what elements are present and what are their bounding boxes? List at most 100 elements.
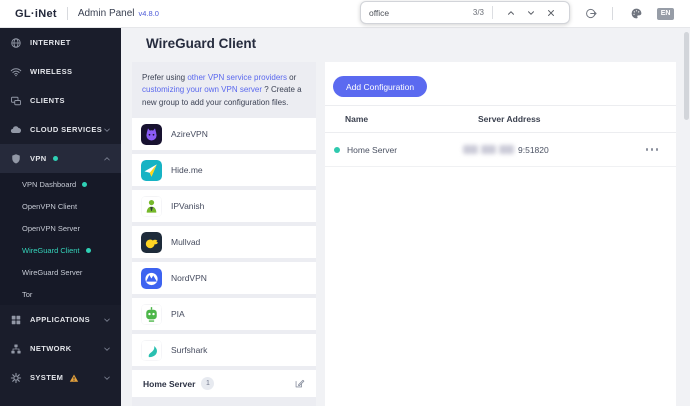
- redacted-address-segment: [463, 145, 478, 154]
- vpn-submenu: VPN Dashboard OpenVPN Client OpenVPN Ser…: [0, 173, 121, 305]
- provider-panel: Prefer using other VPN service providers…: [132, 62, 316, 406]
- sidebar-item-label: SYSTEM: [30, 373, 64, 382]
- admin-panel-screen: GL·iNet Admin Panel v4.8.0 EN office 3/3…: [0, 0, 690, 406]
- network-icon: [10, 343, 22, 355]
- provider-name: Mullvad: [171, 237, 201, 248]
- surfshark-logo-icon: [141, 339, 162, 361]
- provider-item-hideme[interactable]: Hide.me: [132, 154, 316, 187]
- sidebar-item-label: INTERNET: [30, 38, 71, 47]
- config-name: Home Server: [347, 144, 398, 155]
- sidebar-item-openvpn-server[interactable]: OpenVPN Server: [0, 217, 121, 239]
- sidebar-item-tor[interactable]: Tor: [0, 283, 121, 305]
- sidebar-item-wireless[interactable]: WIRELESS: [0, 57, 121, 86]
- provider-item-surfshark[interactable]: Surfshark: [132, 334, 316, 367]
- find-query-input[interactable]: office: [369, 8, 473, 18]
- provider-name: NordVPN: [171, 273, 207, 284]
- nordvpn-logo-icon: [141, 267, 162, 289]
- topbar-divider: [612, 7, 614, 20]
- configuration-panel: Add Configuration Name Server Address Ho…: [325, 62, 676, 406]
- wifi-icon: [10, 66, 22, 78]
- mullvad-logo-icon: [141, 231, 162, 253]
- edit-group-icon[interactable]: [294, 378, 305, 389]
- provider-item-pia[interactable]: PIA: [132, 298, 316, 331]
- submenu-label: WireGuard Server: [22, 267, 83, 277]
- connection-status-dot: [334, 146, 340, 153]
- cloud-icon: [10, 124, 22, 136]
- sidebar-item-wireguard-client[interactable]: WireGuard Client: [0, 239, 121, 261]
- sidebar-item-vpn[interactable]: VPN: [0, 144, 121, 173]
- hideme-logo-icon: [141, 159, 162, 181]
- group-name: Home Server: [143, 378, 196, 389]
- glinet-logo: GL·iNet: [15, 7, 57, 20]
- chevron-down-icon: [103, 345, 111, 353]
- submenu-label: OpenVPN Server: [22, 223, 80, 233]
- page-title: WireGuard Client: [146, 36, 257, 51]
- ipvanish-logo-icon: [141, 195, 162, 217]
- submenu-label: OpenVPN Client: [22, 201, 78, 211]
- provider-name: PIA: [171, 309, 185, 320]
- sidebar-item-label: NETWORK: [30, 344, 72, 353]
- azirevpn-logo-icon: [141, 123, 162, 145]
- provider-name: Hide.me: [171, 165, 203, 176]
- chevron-up-icon: [103, 155, 111, 163]
- sidebar-item-internet[interactable]: INTERNET: [0, 28, 121, 57]
- find-close-icon[interactable]: [544, 6, 558, 20]
- sidebar-item-label: APPLICATIONS: [30, 315, 91, 324]
- sidebar-item-label: WIRELESS: [30, 67, 73, 76]
- group-row-home-server[interactable]: Home Server 1: [132, 370, 316, 398]
- warning-triangle-icon: [69, 373, 79, 383]
- column-header-server-address: Server Address: [478, 114, 541, 124]
- own-vpn-server-link[interactable]: customizing your own VPN server: [142, 85, 262, 94]
- row-more-menu-icon[interactable]: [645, 148, 658, 151]
- chevron-down-icon: [103, 374, 111, 382]
- find-in-page-bar: office 3/3: [360, 1, 570, 24]
- intro-pre: Prefer using: [142, 73, 188, 82]
- provider-name: IPVanish: [171, 201, 205, 212]
- table-header: Name Server Address: [325, 106, 676, 133]
- globe-icon: [10, 37, 22, 49]
- provider-item-nordvpn[interactable]: NordVPN: [132, 262, 316, 295]
- app-title: Admin Panel: [77, 8, 135, 19]
- redacted-address-segment: [499, 145, 514, 154]
- theme-palette-icon[interactable]: [629, 7, 643, 21]
- vpn-status-dot: [52, 156, 58, 161]
- sidebar-item-applications[interactable]: APPLICATIONS: [0, 305, 121, 334]
- wireguard-client-status-dot: [85, 247, 91, 253]
- chevron-down-icon: [103, 126, 111, 134]
- provider-item-azirevpn[interactable]: AzireVPN: [132, 118, 316, 151]
- sidebar-item-label: CLOUD SERVICES: [30, 125, 103, 134]
- sidebar-item-clients[interactable]: CLIENTS: [0, 86, 121, 115]
- top-bar: GL·iNet Admin Panel v4.8.0 EN: [0, 0, 690, 28]
- find-next-icon[interactable]: [524, 6, 538, 20]
- provider-item-mullvad[interactable]: Mullvad: [132, 226, 316, 259]
- table-row[interactable]: Home Server 9:51820: [325, 133, 676, 167]
- server-address: 9:51820: [463, 145, 549, 155]
- provider-name: Surfshark: [171, 345, 208, 356]
- scrollbar-thumb[interactable]: [684, 32, 689, 120]
- gear-icon: [10, 372, 22, 384]
- sidebar-item-label: CLIENTS: [30, 96, 65, 105]
- sidebar-item-network[interactable]: NETWORK: [0, 334, 121, 363]
- vpn-dashboard-status-dot: [82, 181, 88, 187]
- find-previous-icon[interactable]: [504, 6, 518, 20]
- intro-text: Prefer using other VPN service providers…: [132, 62, 316, 118]
- sidebar-item-wireguard-server[interactable]: WireGuard Server: [0, 261, 121, 283]
- sidebar-item-vpn-dashboard[interactable]: VPN Dashboard: [0, 173, 121, 195]
- redacted-address-segment: [481, 145, 496, 154]
- intro-mid: or: [286, 73, 297, 82]
- sidebar-item-openvpn-client[interactable]: OpenVPN Client: [0, 195, 121, 217]
- provider-item-ipvanish[interactable]: IPVanish: [132, 190, 316, 223]
- grid-icon: [10, 314, 22, 326]
- server-address-suffix: 9:51820: [518, 144, 549, 155]
- version-label: v4.8.0: [138, 9, 159, 18]
- provider-name: AzireVPN: [171, 129, 208, 140]
- sidebar-item-system[interactable]: SYSTEM: [0, 363, 121, 392]
- submenu-label: WireGuard Client: [22, 245, 80, 255]
- vpn-providers-link[interactable]: other VPN service providers: [187, 73, 287, 82]
- find-match-count: 3/3: [472, 8, 484, 17]
- chevron-down-icon: [103, 316, 111, 324]
- logout-icon[interactable]: [584, 7, 598, 21]
- language-badge[interactable]: EN: [657, 7, 674, 20]
- add-configuration-button[interactable]: Add Configuration: [333, 76, 428, 97]
- sidebar-item-cloud-services[interactable]: CLOUD SERVICES: [0, 115, 121, 144]
